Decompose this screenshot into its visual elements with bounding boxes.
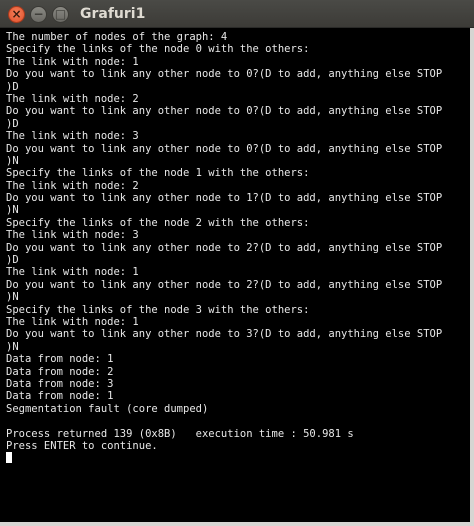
terminal-line: The link with node: 3 — [6, 229, 139, 242]
terminal-line: Specify the links of the node 2 with the… — [6, 216, 310, 229]
terminal-line: Specify the links of the node 1 with the… — [6, 167, 310, 180]
terminal-line: The link with node: 1 — [6, 55, 139, 68]
terminal-line: )N — [6, 291, 19, 304]
window-title: Grafuri1 — [80, 6, 146, 22]
terminal-line: )N — [6, 204, 19, 217]
text-cursor — [6, 452, 12, 464]
terminal-line: Data from node: 2 — [6, 365, 114, 378]
terminal-line: Specify the links of the node 3 with the… — [6, 303, 310, 316]
terminal-line: Data from node: 1 — [6, 390, 114, 403]
window-border-bottom — [0, 522, 474, 526]
terminal-line: Process returned 139 (0x8B) execution ti… — [6, 427, 354, 440]
terminal-line: )D — [6, 117, 19, 130]
terminal-line: Do you want to link any other node to 0?… — [6, 142, 443, 155]
terminal-line: Do you want to link any other node to 2?… — [6, 241, 443, 254]
terminal-line: Do you want to link any other node to 0?… — [6, 105, 443, 118]
terminal-line: Do you want to link any other node to 0?… — [6, 68, 443, 81]
terminal-line: Do you want to link any other node to 2?… — [6, 278, 443, 291]
close-window-button[interactable]: × — [8, 6, 25, 23]
window-border-right — [470, 28, 474, 526]
terminal-line: The link with node: 1 — [6, 315, 139, 328]
terminal-line: The link with node: 1 — [6, 266, 139, 279]
terminal-line: Specify the links of the node 0 with the… — [6, 43, 310, 56]
title-bar[interactable]: × − □ Grafuri1 — [0, 0, 474, 28]
terminal-line: The link with node: 2 — [6, 92, 139, 105]
terminal-line: The link with node: 2 — [6, 179, 139, 192]
terminal-line: The number of nodes of the graph: 4 — [6, 31, 228, 43]
terminal-line: Segmentation fault (core dumped) — [6, 402, 209, 415]
terminal-line: The link with node: 3 — [6, 130, 139, 143]
terminal-line: )N — [6, 154, 19, 167]
terminal-line: )N — [6, 340, 19, 353]
terminal-window: × − □ Grafuri1 The number of nodes of th… — [0, 0, 474, 526]
terminal-line: Press ENTER to continue. — [6, 439, 158, 452]
terminal-line: Data from node: 1 — [6, 353, 114, 366]
cursor-line — [6, 452, 470, 464]
terminal-output[interactable]: The number of nodes of the graph: 4 Spec… — [0, 28, 470, 522]
terminal-line: Do you want to link any other node to 1?… — [6, 192, 443, 205]
minimize-window-button[interactable]: − — [30, 6, 47, 23]
terminal-line: Do you want to link any other node to 3?… — [6, 328, 443, 341]
maximize-window-button[interactable]: □ — [52, 6, 69, 23]
terminal-line: Data from node: 3 — [6, 377, 114, 390]
terminal-line: )D — [6, 80, 19, 93]
terminal-line: )D — [6, 254, 19, 267]
